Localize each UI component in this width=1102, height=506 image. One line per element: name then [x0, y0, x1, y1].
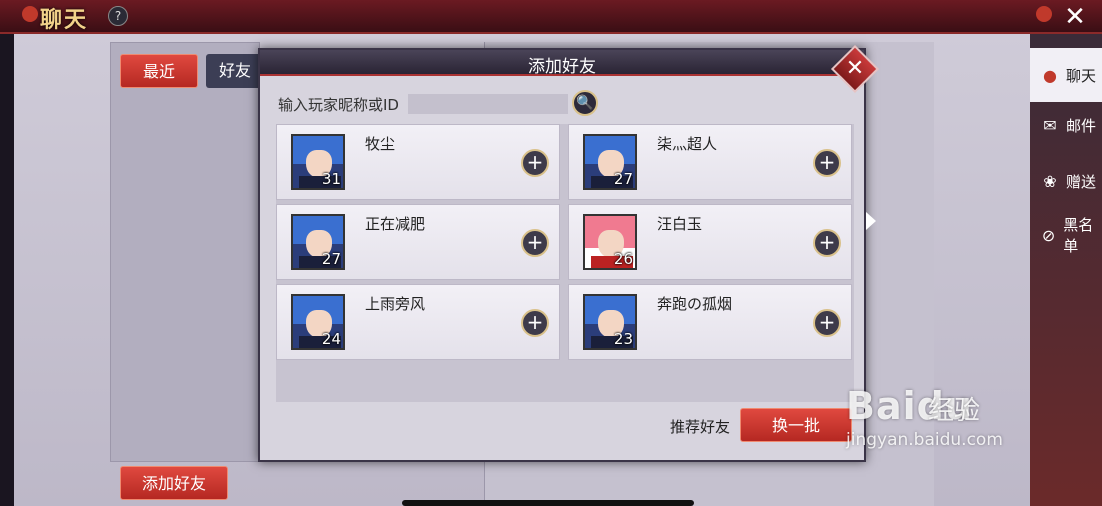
player-card: 23 奔跑の孤烟 +	[568, 284, 852, 360]
player-level: 31	[321, 170, 341, 188]
home-indicator	[402, 500, 694, 506]
recommended-players-list: 31 牧尘 + 27 柒灬超人 + 27 正在减肥 + 26 汪白玉 + 24	[276, 124, 854, 402]
dialog-header: 添加好友	[260, 50, 864, 77]
player-name: 正在减肥	[365, 215, 426, 233]
avatar: 26	[583, 214, 637, 270]
tab-recent[interactable]: 最近	[120, 54, 198, 88]
sidebar-item-gift[interactable]: ❀ 赠送	[1030, 154, 1102, 208]
avatar: 27	[583, 134, 637, 190]
search-icon[interactable]: 🔍	[572, 90, 598, 116]
recommend-label: 推荐好友	[670, 418, 731, 436]
conversation-list	[110, 42, 260, 462]
sidebar-item-label: 邮件	[1066, 116, 1097, 135]
avatar: 31	[291, 134, 345, 190]
mail-icon: ✉	[1043, 115, 1057, 135]
avatar: 27	[291, 214, 345, 270]
player-name: 上雨旁风	[365, 295, 426, 313]
add-player-button[interactable]: +	[521, 149, 549, 177]
player-name: 柒灬超人	[657, 135, 718, 153]
add-player-button[interactable]: +	[813, 229, 841, 257]
blacklist-icon: ⊘	[1041, 225, 1056, 245]
sidebar-item-chat[interactable]: ● 聊天	[1030, 48, 1102, 102]
player-level: 27	[613, 170, 633, 188]
watermark-url: jingyan.baidu.com	[846, 430, 1003, 450]
avatar: 24	[291, 294, 345, 350]
player-name: 奔跑の孤烟	[657, 295, 733, 313]
sidebar: ● 聊天 ✉ 邮件 ❀ 赠送 ⊘ 黑名单	[1030, 34, 1102, 506]
close-window-button[interactable]: ✕	[1060, 2, 1090, 32]
player-name: 汪白玉	[657, 215, 703, 233]
search-input[interactable]	[408, 94, 568, 114]
sidebar-item-label: 聊天	[1066, 66, 1097, 85]
player-name: 牧尘	[365, 135, 396, 153]
player-card: 27 柒灬超人 +	[568, 124, 852, 200]
search-label: 输入玩家昵称或ID	[278, 96, 399, 114]
watermark-subtitle: 经验	[928, 396, 981, 426]
help-icon[interactable]: ?	[108, 6, 128, 26]
sidebar-item-blacklist[interactable]: ⊘ 黑名单	[1030, 208, 1102, 262]
watermark: Baidu 经验 jingyan.baidu.com	[846, 384, 1003, 450]
add-friend-button[interactable]: 添加好友	[120, 466, 228, 500]
add-player-button[interactable]: +	[521, 309, 549, 337]
player-level: 24	[321, 330, 341, 348]
chat-bubble-icon: ●	[1043, 65, 1057, 85]
expand-arrow-icon[interactable]	[866, 212, 876, 230]
player-level: 27	[321, 250, 341, 268]
player-card: 31 牧尘 +	[276, 124, 560, 200]
lantern-icon	[22, 6, 38, 22]
sidebar-item-label: 黑名单	[1063, 216, 1094, 255]
top-bar: 聊天 ? ✕	[0, 0, 1102, 34]
sidebar-item-label: 赠送	[1066, 172, 1097, 191]
player-card: 24 上雨旁风 +	[276, 284, 560, 360]
player-card: 26 汪白玉 +	[568, 204, 852, 280]
add-player-button[interactable]: +	[521, 229, 549, 257]
gift-icon: ❀	[1043, 171, 1057, 191]
window-title: 聊天	[40, 7, 89, 33]
add-player-button[interactable]: +	[813, 149, 841, 177]
player-level: 23	[613, 330, 633, 348]
close-icon: ✕	[845, 56, 865, 81]
player-card: 27 正在减肥 +	[276, 204, 560, 280]
add-friend-dialog: 添加好友 输入玩家昵称或ID 🔍 31 牧尘 + 27 柒灬超人 + 27 正在…	[258, 48, 866, 462]
refresh-batch-button[interactable]: 换一批	[740, 408, 852, 442]
avatar: 23	[583, 294, 637, 350]
sidebar-item-mail[interactable]: ✉ 邮件	[1030, 98, 1102, 152]
tab-friends[interactable]: 好友	[206, 54, 264, 88]
lantern-icon	[1036, 6, 1052, 22]
dialog-title: 添加好友	[528, 57, 596, 77]
add-player-button[interactable]: +	[813, 309, 841, 337]
player-level: 26	[613, 250, 633, 268]
